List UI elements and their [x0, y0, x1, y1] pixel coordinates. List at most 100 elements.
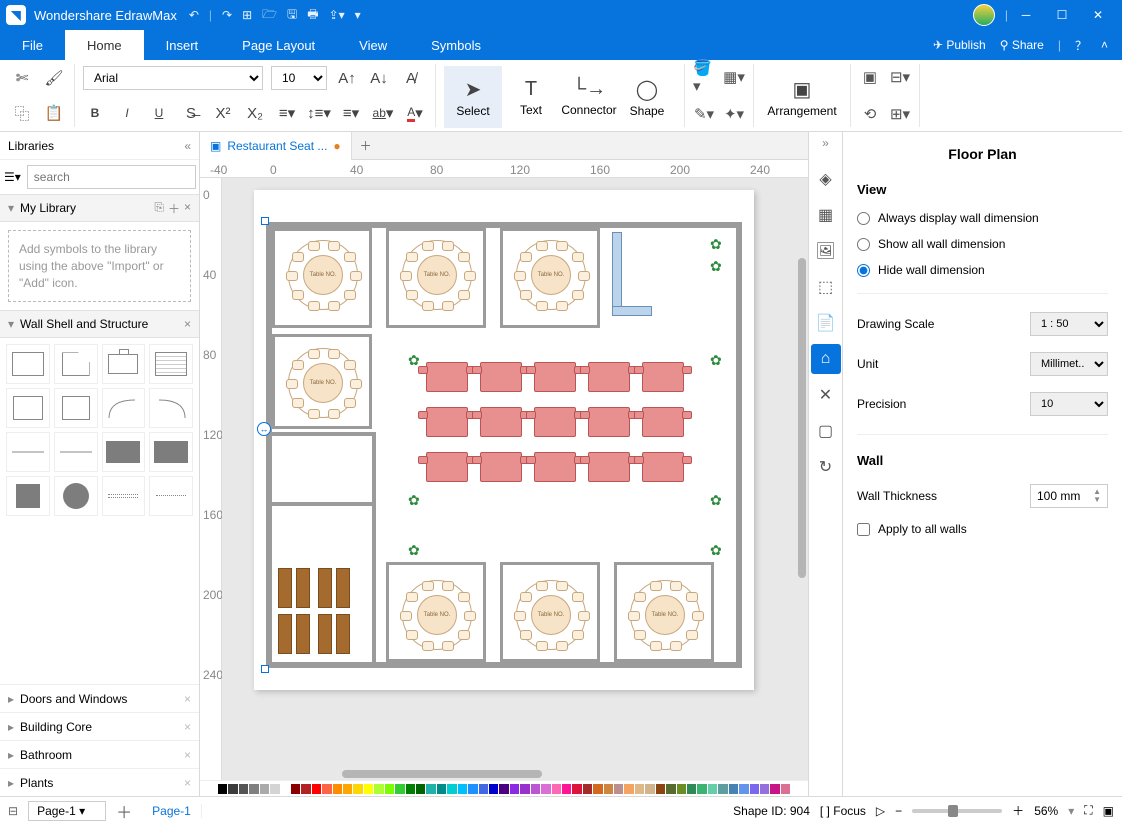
- save-icon[interactable]: 🖫: [287, 5, 297, 26]
- copy-icon[interactable]: ⿻: [10, 101, 34, 125]
- shape-thumb[interactable]: [102, 388, 146, 428]
- grid-icon[interactable]: ▦: [811, 200, 841, 230]
- shape-thumb[interactable]: [6, 432, 50, 472]
- subscript-icon[interactable]: X₂: [243, 101, 267, 125]
- color-swatch[interactable]: [760, 784, 769, 794]
- tab-home[interactable]: Home: [65, 30, 144, 60]
- shadow-icon[interactable]: ▦▾: [723, 66, 745, 88]
- tab-insert[interactable]: Insert: [144, 30, 221, 60]
- color-swatch[interactable]: [520, 784, 529, 794]
- align-objects-icon[interactable]: ⊞▾: [889, 103, 911, 125]
- color-swatch[interactable]: [718, 784, 727, 794]
- paste-icon[interactable]: 📋: [42, 101, 66, 125]
- color-swatch[interactable]: [750, 784, 759, 794]
- text-tool[interactable]: TText: [502, 66, 560, 128]
- expand-panel-icon[interactable]: »: [822, 136, 829, 158]
- shape-thumb[interactable]: [54, 476, 98, 516]
- shape-thumb[interactable]: [149, 432, 193, 472]
- color-swatch[interactable]: [239, 784, 248, 794]
- fill-color-icon[interactable]: 🪣▾: [693, 66, 715, 88]
- connector-tool[interactable]: └→Connector: [560, 66, 618, 128]
- color-swatch[interactable]: [656, 784, 665, 794]
- wall-thickness-input[interactable]: 100 mm▲▼: [1030, 484, 1108, 508]
- color-swatch[interactable]: [406, 784, 415, 794]
- radio-show-all[interactable]: Show all wall dimension: [857, 231, 1108, 257]
- color-swatch[interactable]: [739, 784, 748, 794]
- zoom-out-icon[interactable]: −: [895, 804, 902, 818]
- cross-icon[interactable]: ✕: [811, 380, 841, 410]
- color-swatch[interactable]: [614, 784, 623, 794]
- color-swatch[interactable]: [385, 784, 394, 794]
- image-icon[interactable]: 🖼: [811, 236, 841, 266]
- superscript-icon[interactable]: X²: [211, 101, 235, 125]
- add-page-tab[interactable]: ＋: [352, 137, 380, 154]
- underline-icon[interactable]: U: [147, 101, 171, 125]
- radio-always-display[interactable]: Always display wall dimension: [857, 205, 1108, 231]
- shape-thumb[interactable]: [102, 476, 146, 516]
- shape-thumb[interactable]: [54, 388, 98, 428]
- color-swatch[interactable]: [708, 784, 717, 794]
- color-swatch[interactable]: [583, 784, 592, 794]
- new-icon[interactable]: ⊞: [242, 8, 252, 22]
- color-swatch[interactable]: [447, 784, 456, 794]
- floor-plan-icon[interactable]: ⌂: [811, 344, 841, 374]
- layers-icon[interactable]: ⬚: [811, 272, 841, 302]
- color-swatch[interactable]: [218, 784, 227, 794]
- maximize-button[interactable]: ☐: [1044, 8, 1080, 22]
- color-swatch[interactable]: [666, 784, 675, 794]
- color-swatch[interactable]: [322, 784, 331, 794]
- presentation-icon[interactable]: ▢: [811, 416, 841, 446]
- color-swatch[interactable]: [489, 784, 498, 794]
- bullets-icon[interactable]: ≡▾: [275, 101, 299, 125]
- color-swatch[interactable]: [770, 784, 779, 794]
- clear-format-icon[interactable]: A̸: [399, 66, 423, 90]
- zoom-value[interactable]: 56%: [1034, 804, 1058, 818]
- color-swatch[interactable]: [604, 784, 613, 794]
- tab-view[interactable]: View: [337, 30, 409, 60]
- play-icon[interactable]: ▷: [876, 804, 885, 818]
- import-icon[interactable]: ⎘: [154, 200, 164, 217]
- shape-thumb[interactable]: [149, 344, 193, 384]
- fit-page-icon[interactable]: ⛶: [1084, 803, 1092, 818]
- page-selector[interactable]: Page-1 ▾: [28, 801, 106, 821]
- color-swatch[interactable]: [426, 784, 435, 794]
- close-button[interactable]: ✕: [1080, 8, 1116, 22]
- share-button[interactable]: ⚲ Share: [1000, 38, 1044, 52]
- outline-icon[interactable]: ⊟: [8, 804, 18, 818]
- user-avatar[interactable]: [973, 4, 995, 26]
- add-page-button[interactable]: ＋: [116, 799, 132, 823]
- rotate-icon[interactable]: ⟲: [859, 103, 881, 125]
- export-icon[interactable]: ⇪▾: [329, 8, 345, 22]
- color-swatch[interactable]: [479, 784, 488, 794]
- vertical-scrollbar[interactable]: [798, 258, 806, 578]
- document-tab[interactable]: ▣ Restaurant Seat ... ●: [200, 132, 352, 160]
- color-swatch[interactable]: [635, 784, 644, 794]
- redo-icon[interactable]: ↷: [222, 8, 232, 22]
- color-swatch[interactable]: [343, 784, 352, 794]
- color-swatch[interactable]: [499, 784, 508, 794]
- shape-thumb[interactable]: [102, 432, 146, 472]
- color-swatch[interactable]: [541, 784, 550, 794]
- color-swatch[interactable]: [562, 784, 571, 794]
- shape-thumb[interactable]: [149, 476, 193, 516]
- color-swatch[interactable]: [270, 784, 279, 794]
- color-swatch[interactable]: [228, 784, 237, 794]
- category-building-core[interactable]: ▸Building Core×: [0, 712, 199, 740]
- line-color-icon[interactable]: ✎▾: [693, 103, 715, 125]
- add-icon[interactable]: ＋: [168, 200, 180, 217]
- shape-thumb[interactable]: [54, 344, 98, 384]
- color-swatch[interactable]: [552, 784, 561, 794]
- collapse-libraries-icon[interactable]: «: [184, 139, 191, 153]
- cut-icon[interactable]: ✄: [10, 66, 34, 90]
- shape-thumb[interactable]: [149, 388, 193, 428]
- zoom-slider[interactable]: [912, 809, 1002, 813]
- library-search-input[interactable]: [27, 165, 196, 189]
- close-mylib-icon[interactable]: ×: [184, 200, 191, 217]
- color-swatch[interactable]: [458, 784, 467, 794]
- shape-thumb[interactable]: [54, 432, 98, 472]
- color-swatch[interactable]: [572, 784, 581, 794]
- tab-page-layout[interactable]: Page Layout: [220, 30, 337, 60]
- focus-button[interactable]: [ ] Focus: [820, 804, 866, 818]
- apply-all-walls-check[interactable]: Apply to all walls: [857, 516, 1108, 542]
- page[interactable]: ↔ Tabl: [254, 190, 754, 690]
